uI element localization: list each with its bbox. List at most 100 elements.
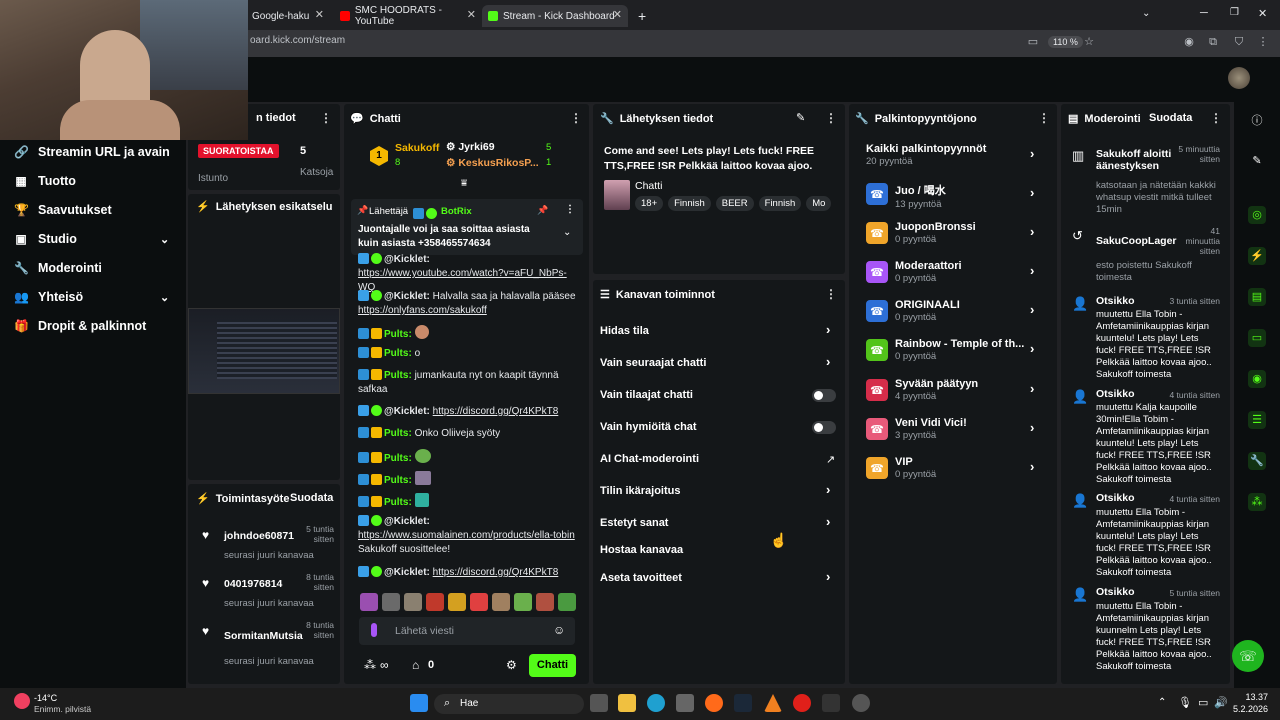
chevron-right-icon[interactable]: ›	[826, 354, 830, 369]
emote-icon[interactable]	[404, 593, 422, 611]
steam-icon[interactable]	[734, 694, 752, 712]
more-icon[interactable]: ⋮	[320, 111, 332, 125]
clock-date[interactable]: 5.2.2026	[1226, 704, 1268, 714]
stream-preview-video[interactable]	[188, 308, 340, 394]
emote-icon[interactable]	[558, 593, 576, 611]
tab-youtube[interactable]: SMC HOODRATS - YouTube ✕	[334, 5, 482, 27]
emote-icon[interactable]	[514, 593, 532, 611]
chevron-right-icon[interactable]: ›	[826, 322, 830, 337]
chat-link[interactable]: https://discord.gg/Qr4KPkT8	[433, 406, 559, 417]
document-icon[interactable]: ▤	[1248, 288, 1266, 306]
new-tab-icon[interactable]: +	[638, 8, 646, 24]
chevron-right-icon[interactable]: ›	[1030, 341, 1034, 356]
chat-link[interactable]: https://onlyfans.com/sakukoff	[358, 305, 487, 316]
reward-item[interactable]: Juo / 喝水 13 pyyntöä	[895, 182, 946, 210]
reward-item[interactable]: VIP 0 pyyntöä	[895, 456, 936, 480]
zoom-indicator[interactable]: 110 %	[1048, 36, 1083, 48]
sidebar-item-studio[interactable]: ▣ Studio ⌄	[14, 232, 169, 246]
tag[interactable]: 18+	[635, 196, 664, 211]
chevron-right-icon[interactable]: ›	[1030, 146, 1034, 161]
star-icon[interactable]: ☆	[1082, 35, 1096, 49]
more-icon[interactable]: ⋮	[1038, 111, 1050, 125]
activity-filter-button[interactable]: Suodata	[290, 492, 333, 504]
external-link-icon[interactable]: ↗	[826, 453, 835, 466]
close-icon[interactable]: ✕	[315, 8, 324, 21]
action-followers-only[interactable]: Vain seuraajat chatti	[600, 357, 706, 369]
camera-icon[interactable]: ◎	[1248, 206, 1266, 224]
gear-icon[interactable]: ⚙	[506, 658, 517, 672]
tag[interactable]: Finnish	[668, 196, 711, 211]
sidebar-item-drops[interactable]: 🎁 Dropit & palkinnot	[14, 319, 146, 333]
chat-user[interactable]: Pults:	[384, 497, 412, 508]
action-set-goals[interactable]: Aseta tavoitteet	[600, 572, 682, 584]
avatar[interactable]	[1228, 67, 1250, 89]
emoji-icon[interactable]: ☺	[553, 623, 565, 637]
maximize-icon[interactable]: ❐	[1230, 7, 1239, 18]
chevron-right-icon[interactable]: ›	[1030, 459, 1034, 474]
info-icon[interactable]: ⓘ	[1248, 112, 1266, 130]
chat-user[interactable]: @Kicklet:	[384, 406, 430, 417]
chat-user[interactable]: @Kicklet:	[384, 567, 430, 578]
more-icon[interactable]: ⋮	[565, 204, 575, 215]
tab-google[interactable]: Google-haku ✕	[246, 5, 330, 27]
chevron-down-icon[interactable]: ⌄	[1142, 8, 1150, 19]
more-icon[interactable]: ⋮	[1210, 111, 1222, 125]
users-icon[interactable]: ⁂	[1248, 493, 1266, 511]
chevron-right-icon[interactable]: ›	[1030, 381, 1034, 396]
shield-icon[interactable]: ⛉	[1232, 35, 1246, 49]
gifter-3[interactable]: ⚙ KeskusRikosP...	[446, 157, 539, 169]
weather-icon[interactable]	[14, 693, 30, 709]
category-name[interactable]: Chatti	[635, 180, 662, 192]
store-icon[interactable]	[676, 694, 694, 712]
action-ai-moderation[interactable]: AI Chat-moderointi	[600, 453, 699, 465]
wrench-icon[interactable]: 🔧	[1248, 452, 1266, 470]
taskbar-search[interactable]: ⌕ Hae	[434, 694, 584, 714]
screen-icon[interactable]: ▭	[1026, 35, 1040, 49]
sidebar-item-community[interactable]: 👥 Yhteisö ⌄	[14, 290, 169, 304]
broadcast-icon[interactable]: ◉	[1248, 370, 1266, 388]
pin-icon[interactable]: 📌	[537, 205, 548, 216]
tag[interactable]: Mo	[806, 196, 832, 211]
task-view-icon[interactable]	[590, 694, 608, 712]
collapse-icon[interactable]: ⩸	[461, 178, 467, 189]
send-chat-button[interactable]: Chatti	[529, 654, 576, 677]
chat-user[interactable]: Pults:	[384, 453, 412, 464]
chat-link[interactable]: https://www.suomalainen.com/products/ell…	[358, 530, 575, 541]
chevron-right-icon[interactable]: ›	[826, 569, 830, 584]
emote-icon[interactable]	[470, 593, 488, 611]
chevron-right-icon[interactable]: ›	[1030, 420, 1034, 435]
help-chat-button[interactable]: ☏	[1232, 640, 1264, 672]
url-field[interactable]: oard.kick.com/stream	[250, 35, 345, 46]
bolt-icon[interactable]: ⚡	[1248, 247, 1266, 265]
pencil-icon[interactable]: ✎	[1248, 152, 1266, 170]
action-age-restriction[interactable]: Tilin ikärajoitus	[600, 485, 681, 497]
subscribers-only-toggle[interactable]	[812, 389, 836, 402]
emotes-only-toggle[interactable]	[812, 421, 836, 434]
sidebar-item-stream-url[interactable]: 🔗 Streamin URL ja avain	[14, 145, 170, 159]
tag[interactable]: Finnish	[758, 196, 802, 211]
tag[interactable]: BEER	[715, 196, 754, 211]
display-icon[interactable]: ▭	[1198, 696, 1208, 709]
tab-kick-dashboard[interactable]: Stream - Kick Dashboard ✕	[482, 5, 628, 27]
action-blocked-words[interactable]: Estetyt sanat	[600, 517, 668, 529]
terminal-icon[interactable]	[822, 694, 840, 712]
emote-icon[interactable]	[426, 593, 444, 611]
chat-user[interactable]: @Kicklet:	[384, 291, 430, 302]
chat-user[interactable]: Pults:	[384, 428, 412, 439]
list-icon[interactable]: ☰	[1248, 411, 1266, 429]
top-gifter-name[interactable]: Sakukoff	[395, 142, 439, 154]
gift-icon[interactable]: ⌂	[412, 658, 419, 672]
reward-item[interactable]: Moderaattori 0 pyyntöä	[895, 260, 962, 284]
chevron-up-icon[interactable]: ⌃	[1158, 697, 1166, 708]
all-rewards[interactable]: Kaikki palkintopyynnöt 20 pyyntöä	[866, 143, 986, 167]
moderation-filter-button[interactable]: Suodata	[1149, 112, 1192, 124]
sidebar-item-revenue[interactable]: ▦ Tuotto	[14, 174, 76, 188]
chat-input[interactable]: Lähetä viesti ☺	[359, 617, 575, 645]
chat-link[interactable]: https://discord.gg/Qr4KPkT8	[433, 567, 559, 578]
reward-item[interactable]: Veni Vidi Vici! 3 pyyntöä	[895, 417, 967, 441]
more-icon[interactable]: ⋮	[825, 287, 837, 301]
microphone-icon[interactable]: 🎙	[1178, 696, 1192, 709]
firefox-icon[interactable]	[705, 694, 723, 712]
minimize-icon[interactable]: ─	[1200, 7, 1208, 19]
gifter-2[interactable]: ⚙ Jyrki69	[446, 141, 495, 153]
